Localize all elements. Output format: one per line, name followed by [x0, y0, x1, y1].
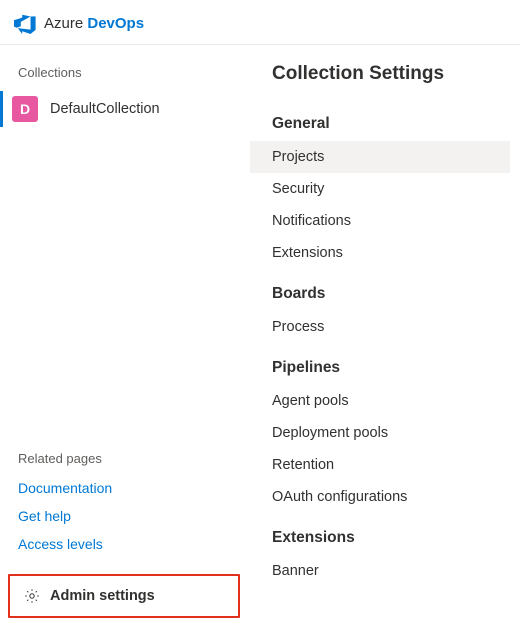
link-get-help[interactable]: Get help	[18, 502, 230, 530]
related-pages-heading: Related pages	[0, 447, 248, 474]
group-heading: Boards	[250, 269, 510, 311]
nav-item-security[interactable]: Security	[250, 173, 510, 205]
nav-item-notifications[interactable]: Notifications	[250, 205, 510, 237]
nav-item-oauth-configurations[interactable]: OAuth configurations	[250, 481, 510, 513]
nav-item-agent-pools[interactable]: Agent pools	[250, 385, 510, 417]
nav-item-projects[interactable]: Projects	[250, 141, 510, 173]
group-heading: Pipelines	[250, 343, 510, 385]
collection-name: DefaultCollection	[50, 101, 160, 117]
nav-item-deployment-pools[interactable]: Deployment pools	[250, 417, 510, 449]
logo-text: Azure DevOps	[44, 15, 144, 32]
collections-heading: Collections	[0, 61, 248, 88]
group-heading: General	[250, 99, 510, 141]
nav-item-retention[interactable]: Retention	[250, 449, 510, 481]
page-title: Collection Settings	[250, 63, 510, 99]
nav-item-process[interactable]: Process	[250, 311, 510, 343]
admin-settings-highlight: Admin settings	[8, 574, 240, 618]
content-pane: Collection Settings GeneralProjectsSecur…	[248, 45, 520, 626]
admin-settings-button[interactable]: Admin settings	[10, 576, 228, 616]
group-heading: Extensions	[250, 513, 510, 555]
sidebar-item-default-collection[interactable]: D DefaultCollection	[0, 88, 248, 130]
nav-item-banner[interactable]: Banner	[250, 555, 510, 587]
link-access-levels[interactable]: Access levels	[18, 530, 230, 558]
app-header: Azure DevOps	[0, 0, 520, 45]
sidebar: Collections D DefaultCollection Related …	[0, 45, 248, 626]
gear-icon	[24, 588, 40, 604]
link-documentation[interactable]: Documentation	[18, 474, 230, 502]
logo[interactable]: Azure DevOps	[14, 12, 144, 34]
nav-item-extensions[interactable]: Extensions	[250, 237, 510, 269]
admin-settings-label: Admin settings	[50, 588, 155, 604]
collection-avatar: D	[12, 96, 38, 122]
azure-devops-icon	[14, 12, 36, 34]
